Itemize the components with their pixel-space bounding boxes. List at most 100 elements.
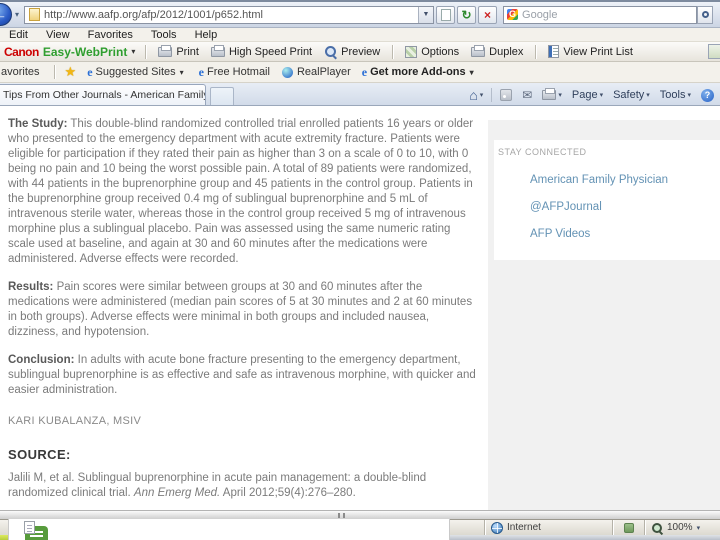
compatibility-view-button[interactable] bbox=[436, 5, 456, 24]
article-column: The Study: This double-blind randomized … bbox=[0, 106, 488, 540]
safety-menu-label: Safety bbox=[613, 89, 645, 101]
print-list-icon bbox=[548, 45, 560, 58]
realplayer-link[interactable]: RealPlayer bbox=[274, 66, 355, 78]
zoom-control[interactable]: 100% ▾ bbox=[644, 520, 720, 535]
url-dropdown-icon[interactable]: ▼ bbox=[418, 6, 434, 23]
suggested-sites-button[interactable]: e Suggested Sites ▾ bbox=[80, 65, 191, 80]
print-button[interactable]: Print bbox=[152, 43, 205, 61]
preview-button[interactable]: Preview bbox=[318, 43, 386, 61]
page-icon bbox=[29, 8, 41, 21]
options-icon bbox=[405, 45, 418, 58]
tools-menu-button[interactable]: Tools ▾ bbox=[656, 89, 695, 101]
link-american-family-physician[interactable]: American Family Physician bbox=[530, 174, 720, 186]
chevron-down-icon: ▾ bbox=[179, 67, 184, 77]
url-field[interactable]: http://www.aafp.org/afp/2012/1001/p652.h… bbox=[24, 5, 435, 24]
mail-icon: ✉ bbox=[522, 88, 533, 102]
menu-help[interactable]: Help bbox=[186, 28, 227, 42]
search-icon bbox=[702, 10, 710, 18]
scrollbar-grip-icon[interactable] bbox=[338, 513, 345, 518]
toolbar-separator bbox=[145, 44, 147, 59]
toolbar-separator bbox=[53, 65, 55, 79]
toolbar-overflow-button[interactable] bbox=[708, 44, 720, 59]
horizontal-scrollbar[interactable] bbox=[0, 510, 720, 519]
url-text[interactable]: http://www.aafp.org/afp/2012/1001/p652.h… bbox=[44, 9, 418, 21]
options-button[interactable]: Options bbox=[399, 43, 465, 61]
home-icon: ⌂ bbox=[469, 87, 478, 103]
source-heading: SOURCE: bbox=[8, 447, 71, 462]
study-paragraph: The Study: This double-blind randomized … bbox=[8, 117, 476, 267]
browser-window: ← ▾ http://www.aafp.org/afp/2012/1001/p6… bbox=[0, 0, 720, 540]
magnifier-icon bbox=[651, 522, 663, 534]
link-afp-journal-twitter[interactable]: @AFPJournal bbox=[530, 201, 720, 213]
view-print-list-label: View Print List bbox=[563, 45, 633, 58]
menu-tools[interactable]: Tools bbox=[142, 28, 186, 42]
suggested-sites-label: Suggested Sites bbox=[95, 66, 176, 78]
menu-bar: Edit View Favorites Tools Help bbox=[0, 28, 720, 42]
stop-button[interactable]: × bbox=[478, 5, 498, 24]
source-citation: Jalili M, et al. Sublingual buprenorphin… bbox=[8, 471, 476, 501]
rss-icon bbox=[500, 89, 513, 101]
zoom-level[interactable]: 100% bbox=[667, 522, 693, 533]
chevron-down-icon: ▾ bbox=[469, 67, 474, 77]
canon-toolbar: Canon Easy-WebPrint ▾ Print High Speed P… bbox=[0, 42, 720, 62]
conclusion-label: Conclusion: bbox=[8, 354, 75, 366]
google-logo-icon: G bbox=[507, 9, 519, 20]
safety-menu-button[interactable]: Safety ▾ bbox=[609, 89, 654, 101]
stay-connected-links: American Family Physician @AFPJournal AF… bbox=[530, 174, 720, 240]
realplayer-label: RealPlayer bbox=[296, 66, 351, 78]
add-favorite-star-icon[interactable]: ★ bbox=[65, 64, 77, 80]
print-menu-button[interactable]: ▾ bbox=[538, 88, 566, 100]
stay-connected-heading: STAY CONNECTED bbox=[498, 147, 587, 157]
tab-active[interactable]: Tips From Other Journals - American Fami… bbox=[0, 84, 206, 105]
command-bar: ⌂ ▾ ✉ ▾ Page ▾ Safety ▾ Tools ▾ ? bbox=[465, 88, 720, 105]
high-speed-print-button[interactable]: High Speed Print bbox=[205, 43, 318, 61]
printer-icon bbox=[210, 44, 225, 57]
globe-icon bbox=[491, 521, 503, 534]
nav-history-dropdown[interactable]: ▾ bbox=[12, 10, 22, 19]
print-label: Print bbox=[176, 45, 199, 58]
back-button[interactable]: ← bbox=[0, 3, 12, 26]
ie-icon: e bbox=[198, 64, 204, 79]
search-input[interactable]: G Google bbox=[503, 5, 698, 24]
search-placeholder[interactable]: Google bbox=[522, 9, 557, 21]
printer-icon bbox=[158, 44, 173, 57]
study-text: This double-blind randomized controlled … bbox=[8, 118, 474, 265]
get-addons-button[interactable]: e Get more Add-ons ▾ bbox=[355, 65, 482, 80]
conclusion-paragraph: Conclusion: In adults with acute bone fr… bbox=[8, 353, 476, 398]
help-button[interactable]: ? bbox=[697, 88, 718, 102]
canon-logo: Canon bbox=[4, 44, 39, 59]
duplex-icon bbox=[471, 44, 486, 57]
page-menu-button[interactable]: Page ▾ bbox=[568, 89, 607, 101]
chevron-down-icon: ▾ bbox=[646, 92, 650, 99]
back-arrow-icon: ← bbox=[0, 7, 7, 22]
refresh-icon: ↻ bbox=[461, 7, 472, 22]
chevron-down-icon: ▾ bbox=[599, 92, 604, 99]
home-button[interactable]: ⌂ ▾ bbox=[465, 88, 487, 102]
chevron-down-icon[interactable]: ▾ bbox=[131, 47, 135, 56]
view-print-list-button[interactable]: View Print List bbox=[542, 43, 639, 61]
read-mail-button[interactable]: ✉ bbox=[518, 88, 536, 102]
chevron-down-icon[interactable]: ▾ bbox=[697, 524, 701, 532]
page-header-strip bbox=[488, 106, 720, 120]
duplex-button[interactable]: Duplex bbox=[465, 43, 529, 61]
citation-journal: Ann Emerg Med. bbox=[133, 487, 221, 499]
favorites-button[interactable]: avorites bbox=[0, 66, 48, 78]
status-indicator-icon bbox=[623, 522, 634, 533]
ie-icon: e bbox=[87, 64, 93, 79]
options-label: Options bbox=[421, 45, 460, 58]
realplayer-icon bbox=[281, 66, 293, 78]
zone-label: Internet bbox=[507, 522, 541, 533]
menu-edit[interactable]: Edit bbox=[0, 28, 37, 42]
refresh-button[interactable]: ↻ bbox=[457, 5, 477, 24]
search-button[interactable] bbox=[697, 5, 714, 24]
menu-favorites[interactable]: Favorites bbox=[79, 28, 142, 42]
link-afp-videos[interactable]: AFP Videos bbox=[530, 228, 720, 240]
command-separator bbox=[491, 88, 493, 102]
chevron-down-icon: ▾ bbox=[558, 92, 562, 99]
easy-webprint-menu[interactable]: Easy-WebPrint bbox=[43, 45, 127, 59]
author-byline: KARI KUBALANZA, MSIV bbox=[8, 415, 142, 427]
free-hotmail-link[interactable]: e Free Hotmail bbox=[192, 65, 274, 80]
menu-view[interactable]: View bbox=[37, 28, 79, 42]
new-tab-button[interactable] bbox=[210, 87, 234, 105]
feeds-button[interactable] bbox=[496, 89, 516, 101]
